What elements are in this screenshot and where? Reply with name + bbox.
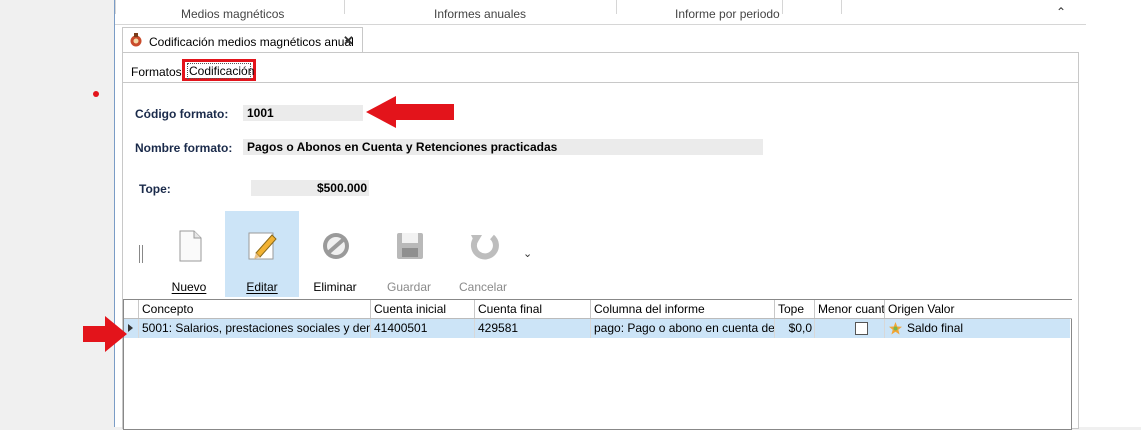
cancelar-button[interactable]: Cancelar bbox=[447, 211, 519, 297]
ribbon-group-medios[interactable]: Medios magnéticos bbox=[181, 7, 284, 21]
tope-label: Tope: bbox=[139, 182, 171, 196]
document-tab-codificacion[interactable]: Codificación medios magnéticos anual ✕ bbox=[122, 27, 363, 54]
tope-field[interactable]: $500.000 bbox=[251, 180, 369, 196]
codificacion-grid: Concepto Cuenta inicial Cuenta final Col… bbox=[123, 299, 1072, 430]
nuevo-button[interactable]: Nuevo bbox=[153, 211, 225, 297]
edit-pencil-icon bbox=[248, 232, 277, 260]
guardar-label: Guardar bbox=[386, 280, 432, 294]
save-disk-icon bbox=[397, 233, 423, 259]
nuevo-label: Nuevo bbox=[171, 280, 207, 294]
red-arrow-right-annotation bbox=[83, 316, 127, 352]
row-indicator-icon bbox=[128, 324, 133, 332]
menor-cuantica-checkbox[interactable] bbox=[855, 322, 868, 335]
chevron-down-icon[interactable]: ⌄ bbox=[523, 247, 532, 260]
undo-icon bbox=[470, 234, 499, 260]
editar-button[interactable]: Editar bbox=[225, 211, 299, 297]
editar-label: Editar bbox=[246, 280, 278, 294]
origen-valor-text: Saldo final bbox=[907, 321, 964, 335]
document-tab-strip: Codificación medios magnéticos anual ✕ bbox=[122, 25, 1078, 54]
right-margin bbox=[1085, 0, 1141, 427]
inner-tab-strip: Formatos Codificación bbox=[123, 56, 1078, 83]
ribbon-collapse-icon[interactable]: ⌃ bbox=[1056, 5, 1066, 19]
app-window: Medios magnéticos Informes anuales Infor… bbox=[114, 0, 1086, 430]
ribbon-separator bbox=[616, 0, 617, 14]
left-margin bbox=[0, 0, 114, 427]
ribbon-separator bbox=[344, 0, 345, 14]
cell-cuenta-inicial[interactable]: 41400501 bbox=[370, 319, 474, 338]
new-document-icon bbox=[179, 230, 202, 262]
document-tab-label: Codificación medios magnéticos anual bbox=[149, 35, 354, 49]
eliminar-label: Eliminar bbox=[313, 280, 357, 294]
tab-formatos[interactable]: Formatos bbox=[127, 62, 186, 82]
red-dot-marker bbox=[93, 91, 99, 97]
cell-cuenta-final[interactable]: 429581 bbox=[474, 319, 590, 338]
codigo-formato-label: Código formato: bbox=[135, 107, 229, 121]
codigo-formato-field[interactable]: 1001 bbox=[243, 105, 363, 121]
cell-columna-informe[interactable]: pago: Pago o abono en cuenta deduc bbox=[590, 319, 774, 338]
cell-menor-cuantica[interactable] bbox=[814, 319, 884, 338]
ribbon-group-informe-periodo[interactable]: Informe por periodo bbox=[675, 7, 780, 21]
grid-header: Concepto Cuenta inicial Cuenta final Col… bbox=[124, 300, 1072, 319]
eliminar-button[interactable]: Eliminar bbox=[299, 211, 371, 297]
cancelar-label: Cancelar bbox=[458, 280, 508, 294]
ribbon-separator bbox=[841, 0, 842, 14]
col-header-origen-valor[interactable]: Origen Valor bbox=[884, 300, 1070, 318]
ribbon: Medios magnéticos Informes anuales Infor… bbox=[115, 0, 1086, 25]
table-row[interactable]: 5001: Salarios, prestaciones sociales y … bbox=[124, 319, 1070, 338]
toolbar: Nuevo Editar Eliminar Guardar Cancelar ⌄ bbox=[123, 211, 532, 297]
toolbar-grip[interactable] bbox=[139, 245, 143, 263]
tab-codificacion-label: Codificación bbox=[187, 63, 255, 79]
guardar-button[interactable]: Guardar bbox=[373, 211, 445, 297]
saldo-final-icon bbox=[889, 322, 902, 335]
col-header-menor-cuantica[interactable]: Menor cuantica bbox=[814, 300, 884, 318]
module-icon bbox=[130, 33, 142, 47]
close-icon[interactable]: ✕ bbox=[343, 33, 354, 49]
delete-icon bbox=[323, 233, 349, 259]
ribbon-group-informes-anuales[interactable]: Informes anuales bbox=[434, 7, 526, 21]
ribbon-separator bbox=[782, 0, 783, 14]
content-frame: Formatos Codificación Código formato: 10… bbox=[122, 52, 1079, 430]
col-header-cuenta-inicial[interactable]: Cuenta inicial bbox=[370, 300, 474, 318]
tab-codificacion[interactable]: Codificación bbox=[182, 59, 256, 81]
nombre-formato-label: Nombre formato: bbox=[135, 141, 233, 155]
col-header-tope[interactable]: Tope bbox=[774, 300, 814, 318]
cell-concepto[interactable]: 5001: Salarios, prestaciones sociales y … bbox=[138, 319, 370, 338]
col-header-cuenta-final[interactable]: Cuenta final bbox=[474, 300, 590, 318]
cell-tope[interactable]: $0,0 bbox=[774, 319, 814, 338]
cell-origen-valor[interactable]: Saldo final bbox=[884, 319, 1070, 338]
nombre-formato-field[interactable]: Pagos o Abonos en Cuenta y Retenciones p… bbox=[243, 139, 763, 155]
col-header-columna-informe[interactable]: Columna del informe bbox=[590, 300, 774, 318]
ribbon-separator bbox=[115, 0, 116, 14]
red-arrow-left-annotation bbox=[366, 96, 454, 128]
col-header-concepto[interactable]: Concepto bbox=[138, 300, 370, 318]
